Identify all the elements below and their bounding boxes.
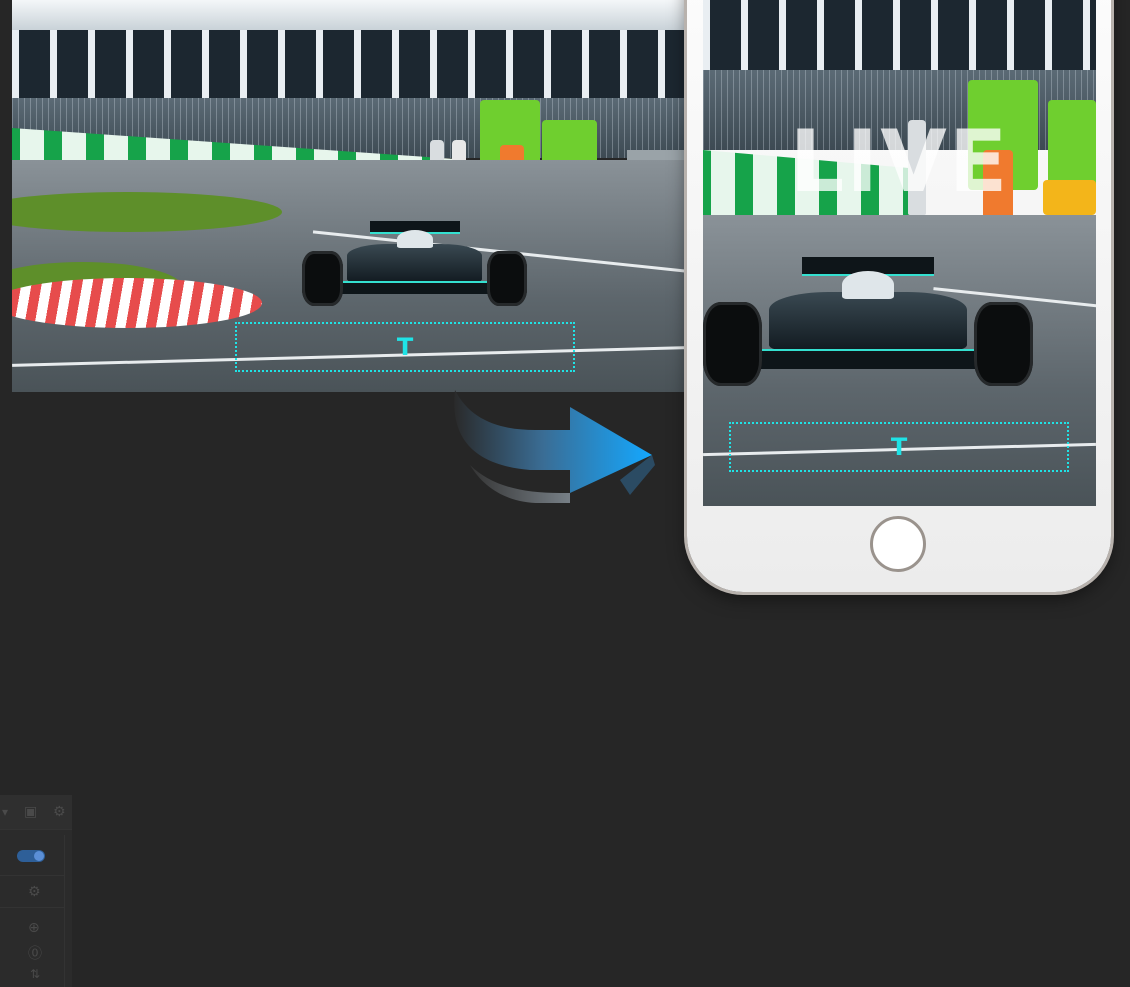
text-placeholder-box-portrait[interactable]: T bbox=[729, 422, 1069, 472]
race-car bbox=[302, 200, 527, 315]
car-body bbox=[347, 243, 482, 283]
car-tyre-left-portrait bbox=[703, 302, 763, 386]
grandstand-portrait bbox=[703, 0, 1096, 70]
settings-icon[interactable]: ⚙ bbox=[28, 883, 41, 900]
grandstand-roof bbox=[12, 0, 687, 30]
editor-panel: ▾ ▣ ⚙ ⚙ ⊕ ⓪ ⇅ bbox=[0, 795, 72, 987]
panel-row-separator bbox=[0, 875, 64, 876]
car-tyre-left bbox=[302, 250, 343, 306]
car-tyre-right-portrait bbox=[973, 302, 1033, 386]
panel-divider bbox=[64, 835, 65, 987]
car-front-wing bbox=[313, 280, 516, 295]
phone-home-button bbox=[870, 516, 926, 572]
sort-icon[interactable]: ⇅ bbox=[30, 967, 40, 981]
race-car-portrait bbox=[703, 225, 1033, 400]
text-tool-glyph: T bbox=[396, 333, 414, 361]
car-halo-portrait bbox=[841, 270, 895, 299]
gear-icon[interactable]: ⚙ bbox=[53, 803, 66, 820]
panel-toggle[interactable] bbox=[17, 850, 45, 862]
info-circle-icon[interactable]: ⓪ bbox=[28, 943, 42, 963]
dropdown-caret-icon[interactable]: ▾ bbox=[2, 805, 8, 819]
car-halo bbox=[396, 229, 433, 249]
text-placeholder-box-landscape[interactable]: T bbox=[235, 322, 575, 372]
car-body-portrait bbox=[769, 291, 967, 351]
transform-arrow-icon bbox=[454, 390, 655, 503]
car-tyre-right bbox=[486, 250, 527, 306]
plus-circle-icon[interactable]: ⊕ bbox=[28, 919, 40, 936]
text-tool-glyph-portrait: T bbox=[890, 433, 908, 461]
live-watermark: LIVE bbox=[789, 112, 1010, 212]
grandstand bbox=[12, 30, 687, 100]
panel-row-separator-2 bbox=[0, 907, 64, 908]
square-icon[interactable]: ▣ bbox=[24, 803, 37, 820]
car-front-wing-portrait bbox=[719, 349, 1017, 369]
